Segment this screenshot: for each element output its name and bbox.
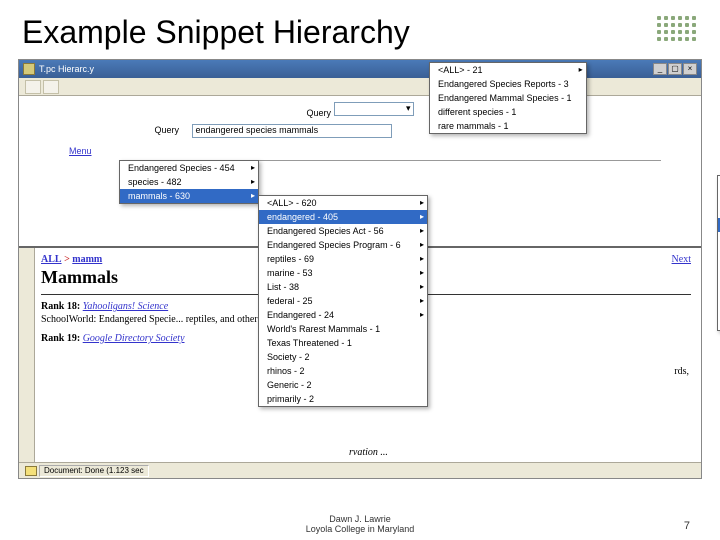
query-mode-select[interactable] — [334, 102, 414, 116]
menu-item[interactable]: Endangered Mammal Species - 1 — [430, 91, 586, 105]
maximize-button[interactable]: ▢ — [668, 63, 682, 75]
menu-item[interactable]: Endangered Species Reports - 3 — [430, 77, 586, 91]
menu-item[interactable]: Endangered Species Act - 56 — [259, 224, 427, 238]
statusbar: Document: Done (1.123 sec — [19, 462, 701, 478]
menu-item[interactable]: <ALL> - 21 — [430, 63, 586, 77]
cascading-menus: Endangered Species - 454species - 482mam… — [119, 160, 428, 407]
menu-item[interactable]: reptiles - 69 — [259, 252, 427, 266]
menu-level-1: Endangered Species - 454species - 482mam… — [119, 160, 259, 204]
menu-item[interactable]: Texas Threatened - 1 — [259, 336, 427, 350]
decorative-dots — [657, 16, 696, 41]
menu-link[interactable]: Menu — [19, 146, 701, 156]
menu-item[interactable]: List - 38 — [259, 280, 427, 294]
crumb-term[interactable]: mamm — [72, 254, 102, 265]
slide-title: Example Snippet Hierarchy — [0, 0, 720, 59]
query-label: Query — [19, 125, 189, 135]
slide-footer: Dawn J. Lawrie Loyola College in Marylan… — [0, 514, 720, 534]
minimize-button[interactable]: _ — [653, 63, 667, 75]
toolbar-button[interactable] — [25, 80, 41, 94]
menu-item[interactable]: Society - 2 — [259, 350, 427, 364]
menu-item[interactable]: rare mammals - 1 — [430, 119, 586, 133]
menu-level-2: <ALL> - 620endangered - 405Endangered Sp… — [258, 195, 428, 407]
status-icon — [25, 466, 37, 476]
menu-item[interactable]: Endangered Species - 454 — [120, 161, 258, 175]
menu-item[interactable]: marine - 53 — [259, 266, 427, 280]
menu-item[interactable]: <ALL> - 620 — [259, 196, 427, 210]
status-text: Document: Done (1.123 sec — [39, 465, 149, 477]
close-button[interactable]: × — [683, 63, 697, 75]
results-sidebar — [19, 248, 35, 462]
menu-item[interactable]: endangered - 405 — [259, 210, 427, 224]
menu-level-3: <ALL> - 21Endangered Species Reports - 3… — [429, 62, 587, 134]
menu-item[interactable]: species - 482 — [120, 175, 258, 189]
toolbar — [19, 78, 701, 96]
rank-label: Rank 19: — [41, 333, 80, 344]
page-number: 7 — [684, 520, 690, 532]
query-mode-label: Query — [306, 108, 331, 118]
crumb-all[interactable]: ALL — [41, 254, 62, 265]
menu-item[interactable]: World's Rarest Mammals - 1 — [259, 322, 427, 336]
menu-item[interactable]: primarily - 2 — [259, 392, 427, 406]
footer-author: Dawn J. Lawrie — [0, 514, 720, 524]
query-row: Query endangered species mammals — [19, 120, 701, 146]
rank-label: Rank 18: — [41, 301, 80, 312]
menu-item[interactable]: Endangered - 24 — [259, 308, 427, 322]
next-link[interactable]: Next — [672, 254, 691, 265]
query-mode-row: Query — [19, 96, 701, 120]
crumb-sep: > — [64, 254, 70, 265]
menu-item[interactable]: different species - 1 — [430, 105, 586, 119]
query-input[interactable]: endangered species mammals — [192, 124, 392, 138]
menu-item[interactable]: federal - 25 — [259, 294, 427, 308]
app-window: T.pc Hierarc.y _ ▢ × Query Query endange… — [18, 59, 702, 479]
menu-item[interactable]: Generic - 2 — [259, 378, 427, 392]
menu-item[interactable]: Endangered Species Program - 6 — [259, 238, 427, 252]
menu-item[interactable]: mammals - 630 — [120, 189, 258, 203]
toolbar-button[interactable] — [43, 80, 59, 94]
fragment-text: rds, — [674, 366, 689, 377]
titlebar: T.pc Hierarc.y _ ▢ × — [19, 60, 701, 78]
footer-affiliation: Loyola College in Maryland — [0, 524, 720, 534]
fragment-text: rvation ... — [349, 447, 388, 458]
app-icon — [23, 63, 35, 75]
menu-item[interactable]: rhinos - 2 — [259, 364, 427, 378]
